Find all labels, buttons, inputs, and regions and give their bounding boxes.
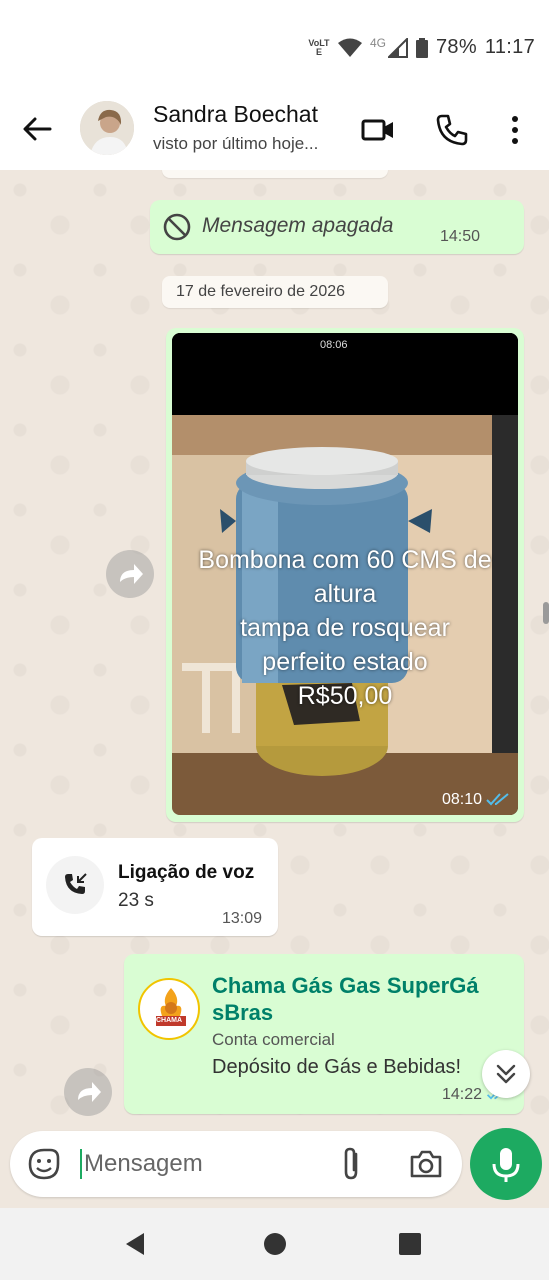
signal-icon bbox=[387, 37, 408, 58]
message-composer bbox=[10, 1131, 462, 1197]
last-seen-status: visto por último hoje... bbox=[153, 134, 319, 153]
message-time: 13:09 bbox=[221, 910, 262, 927]
message-time: 14:22 bbox=[441, 1086, 482, 1103]
nav-back-icon[interactable] bbox=[122, 1230, 150, 1258]
status-clock: 11:17 bbox=[484, 36, 535, 58]
incoming-call-icon bbox=[65, 873, 87, 894]
deleted-message-bubble[interactable]: Mensagem apagada 14:50 bbox=[150, 200, 524, 254]
contact-name[interactable]: Sandra Boechat bbox=[153, 101, 318, 128]
contact-card-bubble[interactable]: CHAMA Chama Gás Gas SuperGá sBras Conta … bbox=[124, 954, 524, 1114]
scroll-to-bottom-button[interactable] bbox=[482, 1050, 530, 1098]
double-check-icon bbox=[486, 793, 509, 806]
message-list[interactable]: Mensagem apagada 14:50 17 de fevereiro d… bbox=[0, 170, 549, 1125]
caption-line: tampa de rosquear bbox=[240, 614, 450, 642]
sticker-icon[interactable] bbox=[26, 1146, 62, 1182]
business-name-line: Chama Gás Gas SuperGá bbox=[212, 973, 479, 998]
deleted-message-text: Mensagem apagada bbox=[202, 214, 394, 237]
camera-icon[interactable] bbox=[408, 1146, 444, 1182]
avatar[interactable] bbox=[80, 101, 134, 155]
forward-icon bbox=[120, 564, 143, 584]
caption-line: altura bbox=[313, 580, 377, 608]
business-logo: CHAMA bbox=[138, 978, 200, 1040]
business-description: Depósito de Gás e Bebidas! bbox=[212, 1056, 462, 1078]
attachment-icon[interactable] bbox=[336, 1146, 368, 1182]
voice-call-bubble[interactable]: Ligação de voz 23 s 13:09 bbox=[32, 838, 278, 936]
caption-line: perfeito estado bbox=[262, 648, 428, 676]
deleted-icon bbox=[163, 213, 191, 241]
forward-icon bbox=[78, 1082, 101, 1102]
message-input[interactable] bbox=[80, 1149, 310, 1179]
voice-call-duration: 23 s bbox=[118, 890, 154, 911]
system-nav-bar bbox=[0, 1208, 549, 1280]
caption-line: R$50,00 bbox=[297, 682, 393, 710]
image-message-photo[interactable]: 08:06 Bombona com 60 CMS de altura tampa… bbox=[172, 333, 518, 815]
date-chip: 17 de fevereiro de 2026 bbox=[162, 276, 388, 308]
voice-record-button[interactable] bbox=[470, 1128, 542, 1200]
image-caption-overlay: Bombona com 60 CMS de altura tampa de ro… bbox=[172, 543, 518, 713]
wifi-icon bbox=[337, 38, 362, 57]
chevron-double-down-icon bbox=[496, 1064, 516, 1084]
battery-icon bbox=[415, 37, 428, 58]
battery-level: 78% bbox=[435, 36, 477, 58]
date-chip-label: 17 de fevereiro de 2026 bbox=[176, 283, 346, 300]
voice-call-icon-circle bbox=[46, 856, 104, 914]
forward-button[interactable] bbox=[106, 550, 154, 598]
microphone-icon bbox=[492, 1148, 520, 1182]
voice-call-title: Ligação de voz bbox=[118, 862, 255, 883]
nav-home-icon[interactable] bbox=[261, 1230, 289, 1258]
network-type: 4G bbox=[369, 36, 386, 50]
business-logo-text: CHAMA bbox=[155, 1017, 183, 1024]
photo-status-clock: 08:06 bbox=[320, 339, 348, 351]
chat-header: Sandra Boechat visto por último hoje... bbox=[0, 96, 549, 170]
caption-line: Bombona com 60 CMS de bbox=[198, 546, 492, 574]
video-call-icon[interactable] bbox=[360, 112, 396, 148]
status-bar: VoLTE 4G 78% 11:17 bbox=[0, 0, 549, 96]
business-name-line: sBras bbox=[212, 1000, 274, 1025]
volte-indicator: VoLTE bbox=[308, 37, 330, 57]
scrollbar-thumb[interactable] bbox=[543, 602, 549, 624]
forward-button[interactable] bbox=[64, 1068, 112, 1116]
message-time: 14:50 bbox=[439, 228, 480, 245]
image-time: 08:10 bbox=[441, 791, 482, 808]
voice-call-icon[interactable] bbox=[434, 112, 470, 148]
date-chip-partial bbox=[162, 170, 388, 178]
more-options-icon[interactable] bbox=[497, 112, 533, 148]
business-name[interactable]: Chama Gás Gas SuperGá sBras bbox=[212, 972, 479, 1026]
nav-recents-icon[interactable] bbox=[396, 1230, 424, 1258]
back-arrow-icon[interactable] bbox=[20, 112, 54, 146]
account-type: Conta comercial bbox=[212, 1030, 335, 1049]
